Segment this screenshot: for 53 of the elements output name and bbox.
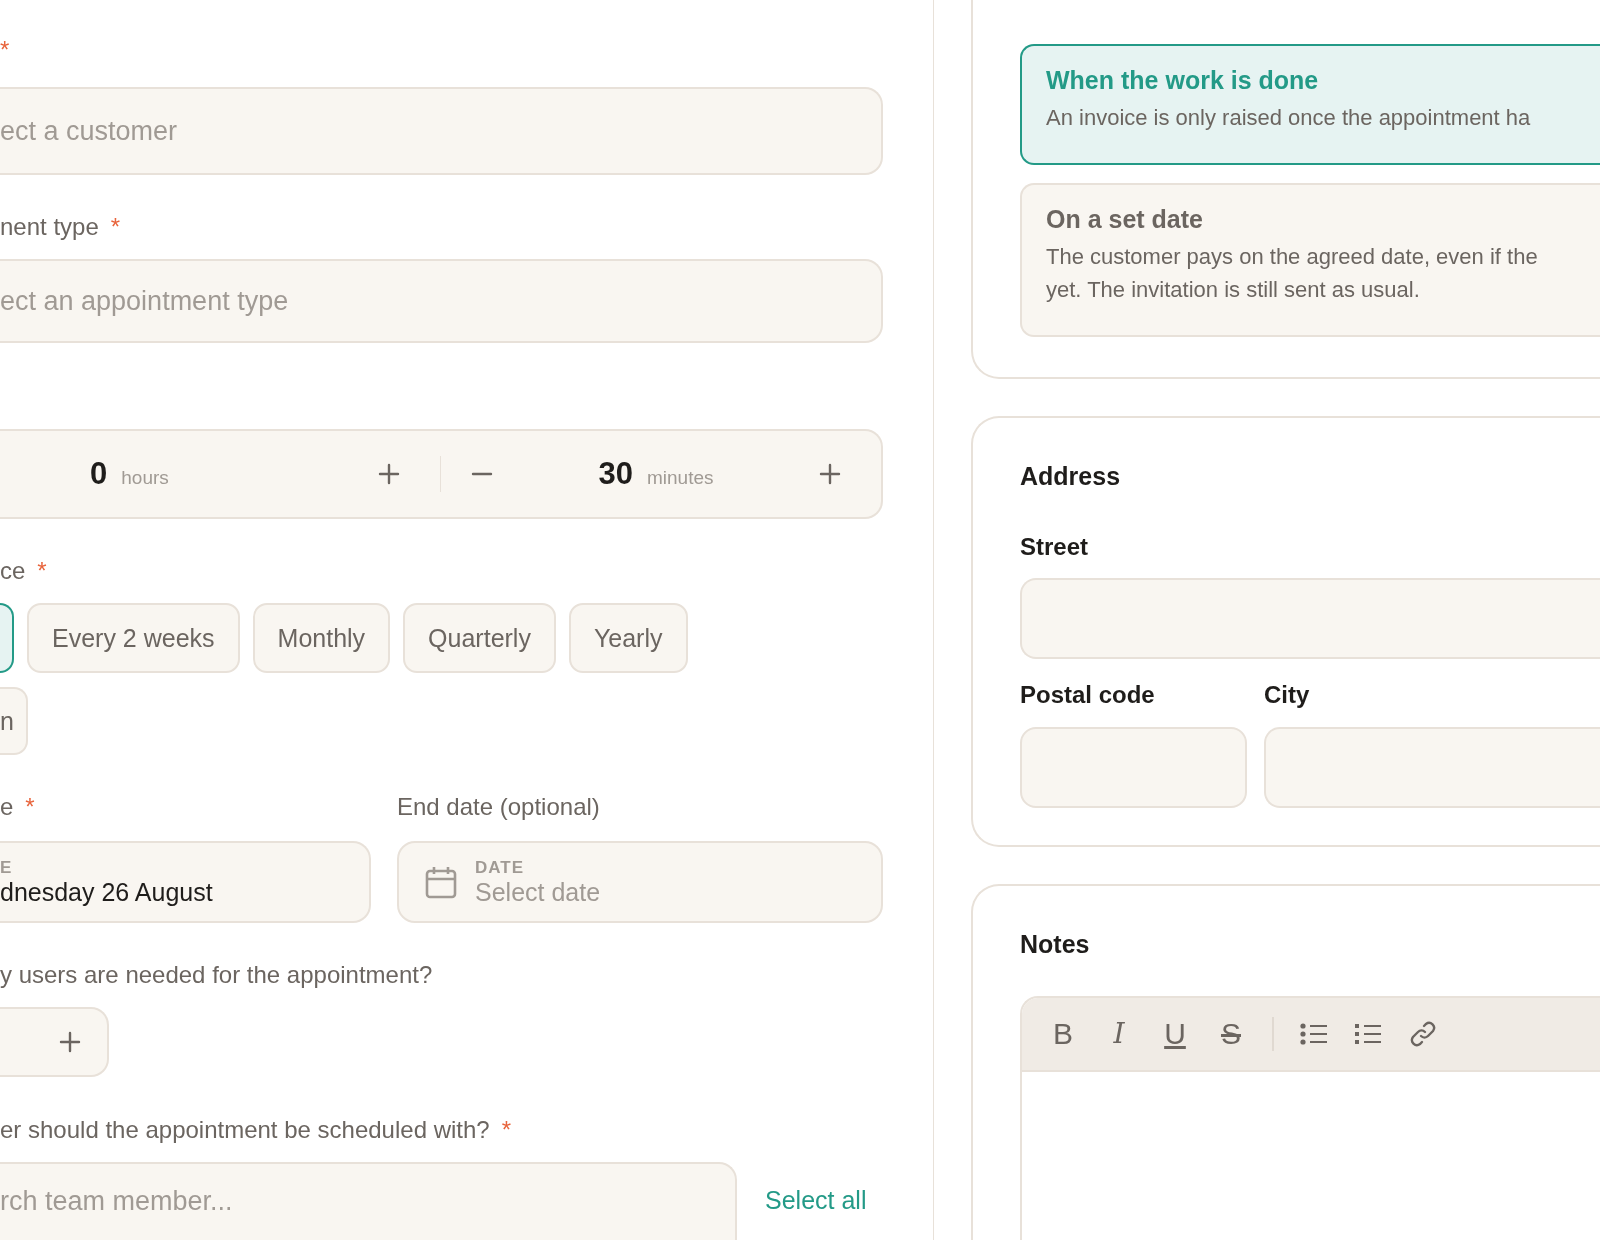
required-mark: *	[25, 792, 35, 822]
field-label: er should the appointment be scheduled with?	[0, 1115, 490, 1145]
bulleted-list-icon[interactable]	[1300, 1022, 1328, 1046]
frequency-option[interactable]: Yearly	[568, 603, 688, 673]
field-label: y users are needed for the appointment?	[0, 960, 433, 990]
frequency-option[interactable]: n	[0, 687, 28, 755]
option-title: When the work is done	[1046, 66, 1320, 95]
select-all-link[interactable]: Select all	[765, 1186, 867, 1215]
team-member-search[interactable]: rch team member...	[0, 1162, 737, 1240]
street-input[interactable]	[1020, 578, 1600, 659]
required-mark: *	[501, 1115, 511, 1145]
section-title: Address	[1020, 461, 1122, 492]
city-input[interactable]	[1264, 727, 1600, 808]
frequency-option[interactable]: Quarterly	[403, 603, 556, 673]
field-label: Postal code	[1020, 680, 1156, 710]
plus-icon[interactable]	[59, 1031, 81, 1053]
bold-button[interactable]: B	[1048, 1017, 1078, 1051]
end-date-field[interactable]: DATE Select date	[397, 841, 883, 923]
required-mark: *	[37, 556, 47, 586]
field-label: nent type	[0, 212, 99, 242]
frequency-option[interactable]	[0, 603, 14, 673]
field-label: ce	[0, 556, 26, 586]
frequency-option[interactable]: Every 2 weeks	[27, 603, 240, 673]
plus-icon[interactable]	[819, 463, 841, 485]
field-label: End date (optional)	[397, 792, 600, 822]
field-label: City	[1264, 680, 1311, 710]
invoice-timing-option[interactable]: On a set date The customer pays on the agreed date, even if the yet. The invitation is still sent as usual.	[1020, 183, 1600, 337]
hours-value: 0	[90, 456, 108, 492]
field-label: Street	[1020, 532, 1090, 562]
start-date-field[interactable]: E dnesday 26 August	[0, 841, 371, 923]
notes-editor[interactable]: B I U S	[1020, 996, 1600, 1240]
numbered-list-icon[interactable]	[1354, 1022, 1382, 1046]
frequency-option[interactable]: Monthly	[252, 603, 391, 673]
plus-icon[interactable]	[378, 463, 400, 485]
option-description: The customer pays on the agreed date, even if the yet. The invitation is still sent as usual.	[1046, 243, 1539, 304]
minutes-value: 30	[598, 456, 633, 492]
invoice-timing-option[interactable]: When the work is done An invoice is only raised once the appointment ha	[1020, 44, 1600, 165]
option-title: On a set date	[1046, 205, 1204, 234]
appointment-type-select[interactable]: ect an appointment type	[0, 259, 883, 343]
unit-label: minutes	[647, 467, 714, 489]
strike-button[interactable]: S	[1216, 1017, 1246, 1051]
unit-label: hours	[121, 467, 169, 489]
calendar-icon	[425, 865, 457, 899]
required-mark: *	[110, 212, 121, 242]
underline-button[interactable]: U	[1160, 1017, 1190, 1051]
field-label: e	[0, 792, 14, 822]
customer-select[interactable]: ect a customer	[0, 87, 883, 175]
link-icon[interactable]	[1408, 1019, 1438, 1049]
section-title: Notes	[1020, 929, 1091, 960]
required-mark: *	[0, 35, 10, 65]
italic-button[interactable]: I	[1104, 1017, 1134, 1051]
postal-code-input[interactable]	[1020, 727, 1247, 808]
option-description: An invoice is only raised once the appointment ha	[1046, 104, 1532, 132]
